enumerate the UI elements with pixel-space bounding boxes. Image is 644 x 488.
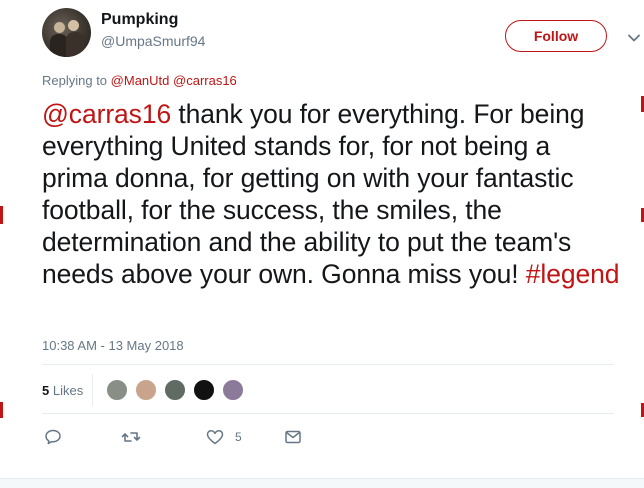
envelope-icon <box>282 426 304 448</box>
tweet-header: Pumpking @UmpaSmurf94 Follow <box>42 8 640 57</box>
retweet-button[interactable] <box>120 426 142 448</box>
mention-link[interactable]: @ManUtd <box>111 73 170 88</box>
mention-link[interactable]: @carras16 <box>42 99 171 129</box>
mention-link[interactable]: @carras16 <box>173 73 237 88</box>
like-button[interactable]: 5 <box>204 426 242 448</box>
likes-count[interactable]: 5 Likes <box>42 383 83 398</box>
display-name[interactable]: Pumpking <box>101 11 178 29</box>
tweet-timestamp[interactable]: 10:38 AM - 13 May 2018 <box>42 338 184 353</box>
user-handle[interactable]: @UmpaSmurf94 <box>101 33 205 49</box>
heart-icon <box>204 426 226 448</box>
like-count: 5 <box>235 430 242 444</box>
divider <box>42 364 614 365</box>
bottom-bar <box>0 478 644 488</box>
chevron-down-icon[interactable] <box>624 28 644 48</box>
divider <box>42 413 614 414</box>
direct-message-button[interactable] <box>282 426 304 448</box>
hashtag-link[interactable]: #legend <box>526 259 620 289</box>
replying-to: Replying to @ManUtd @carras16 <box>42 73 237 88</box>
edge-shadow <box>0 206 3 224</box>
likes-number: 5 <box>42 383 50 398</box>
liker-avatar-4[interactable] <box>193 379 215 401</box>
reply-button[interactable] <box>42 426 64 448</box>
retweet-icon <box>120 426 142 448</box>
follow-button[interactable]: Follow <box>505 20 607 52</box>
liker-avatar-2[interactable] <box>135 379 157 401</box>
tweet-embed: Pumpking @UmpaSmurf94 Follow Replying to… <box>0 0 644 488</box>
reply-icon <box>42 426 64 448</box>
liker-avatar-1[interactable] <box>106 379 128 401</box>
likes-label: Likes <box>52 383 84 398</box>
likes-separator <box>92 374 93 406</box>
replying-to-label: Replying to <box>42 73 108 88</box>
edge-shadow <box>0 402 3 418</box>
likes-row: 5 Likes <box>42 370 614 410</box>
tweet-text: @carras16 thank you for everything. For … <box>42 98 622 290</box>
avatar[interactable] <box>42 8 91 57</box>
liker-avatar-3[interactable] <box>164 379 186 401</box>
tweet-actions: 5 <box>42 426 342 448</box>
liker-avatar-5[interactable] <box>222 379 244 401</box>
